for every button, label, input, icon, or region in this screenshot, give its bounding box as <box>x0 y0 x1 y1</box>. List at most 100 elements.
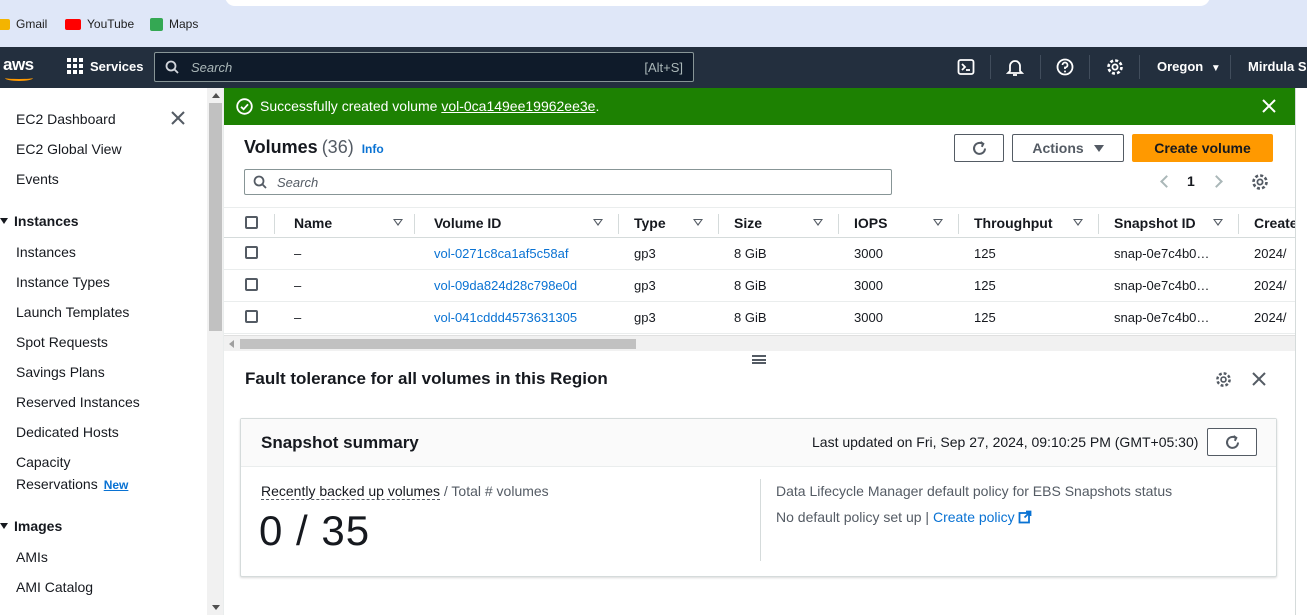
browser-address-bar[interactable] <box>225 0 1210 6</box>
split-panel-settings-gear-icon[interactable] <box>1215 371 1232 388</box>
sort-caret-icon[interactable] <box>693 219 703 226</box>
dlm-policy-status: No default policy set up | Create policy <box>776 509 1032 525</box>
table-preferences-gear-icon[interactable] <box>1251 173 1269 191</box>
sort-caret-icon[interactable] <box>593 219 603 226</box>
sidebar-item-ec2-dashboard[interactable]: EC2 Dashboard <box>16 111 116 127</box>
dismiss-flash-icon[interactable] <box>1261 98 1277 114</box>
next-page-icon[interactable] <box>1210 175 1223 188</box>
column-header-created[interactable]: Create <box>1254 215 1295 231</box>
volumes-search-input[interactable]: Search <box>244 169 892 195</box>
cell-iops: 3000 <box>854 310 883 325</box>
create-volume-button[interactable]: Create volume <box>1132 134 1273 162</box>
summary-refresh-button[interactable] <box>1207 428 1257 456</box>
close-sidebar-icon[interactable] <box>170 110 186 126</box>
sidebar-item-instance-types[interactable]: Instance Types <box>16 274 110 290</box>
sidebar-scrollbar[interactable] <box>207 88 223 615</box>
scroll-up-arrow-icon[interactable] <box>212 93 220 98</box>
row-checkbox[interactable] <box>245 310 258 323</box>
table-row[interactable]: – vol-041cddd4573631305 gp3 8 GiB 3000 1… <box>224 302 1295 334</box>
actions-button[interactable]: Actions <box>1012 134 1124 162</box>
cell-size: 8 GiB <box>734 246 767 261</box>
region-label: Oregon <box>1157 59 1204 74</box>
help-icon[interactable] <box>1056 58 1074 76</box>
sidebar-item-label: Reservations <box>16 476 98 492</box>
external-link-icon[interactable] <box>1018 510 1032 524</box>
column-header-iops[interactable]: IOPS <box>854 215 887 231</box>
search-shortcut: [Alt+S] <box>644 60 683 75</box>
cell-volume-id-link[interactable]: vol-09da824d28c798e0d <box>434 278 577 293</box>
split-panel-drag-handle-icon[interactable] <box>752 355 766 364</box>
create-policy-link[interactable]: Create policy <box>933 509 1015 525</box>
sidebar-item-savings-plans[interactable]: Savings Plans <box>16 364 105 380</box>
refresh-button[interactable] <box>954 134 1004 162</box>
cell-type: gp3 <box>634 278 656 293</box>
sidebar-item-events[interactable]: Events <box>16 171 59 187</box>
column-divider <box>718 214 719 234</box>
sidebar-item-dedicated-hosts[interactable]: Dedicated Hosts <box>16 424 119 440</box>
sort-caret-icon[interactable] <box>1213 219 1223 226</box>
services-menu-button[interactable]: Services <box>67 58 144 74</box>
scroll-down-arrow-icon[interactable] <box>212 605 220 610</box>
table-horizontal-scrollbar[interactable] <box>224 335 1295 351</box>
flash-volume-link[interactable]: vol-0ca149ee19962ee3e <box>441 98 595 114</box>
scroll-left-arrow-icon[interactable] <box>229 340 234 348</box>
sort-caret-icon[interactable] <box>933 219 943 226</box>
sidebar-section-instances[interactable]: Instances <box>0 213 79 229</box>
region-selector[interactable]: Oregon ▼ <box>1157 59 1221 74</box>
column-header-type[interactable]: Type <box>634 215 666 231</box>
sort-caret-icon[interactable] <box>813 219 823 226</box>
aws-logo[interactable]: aws <box>3 55 34 81</box>
column-divider <box>1238 214 1239 234</box>
table-row[interactable]: – vol-09da824d28c798e0d gp3 8 GiB 3000 1… <box>224 270 1295 302</box>
sidebar-section-images[interactable]: Images <box>0 518 62 534</box>
nav-divider <box>1139 55 1140 79</box>
settings-gear-icon[interactable] <box>1106 58 1124 76</box>
scrollbar-thumb[interactable] <box>240 339 636 349</box>
table-row[interactable]: – vol-0271c8ca1af5c58af gp3 8 GiB 3000 1… <box>224 238 1295 270</box>
metric-tooltip-link[interactable]: Recently backed up volumes <box>261 483 440 500</box>
success-check-icon <box>236 98 253 115</box>
column-header-name[interactable]: Name <box>294 215 332 231</box>
sidebar-item-capacity-reservations[interactable]: Capacity Reservations New <box>16 454 128 492</box>
cell-created: 2024/ <box>1254 246 1287 261</box>
select-all-checkbox[interactable] <box>245 216 258 229</box>
expand-caret-icon <box>0 218 8 224</box>
sidebar-item-ami-catalog[interactable]: AMI Catalog <box>16 579 93 595</box>
sort-caret-icon[interactable] <box>1073 219 1083 226</box>
bookmark-gmail[interactable]: Gmail <box>0 17 47 31</box>
sidebar-item-instances[interactable]: Instances <box>16 244 76 260</box>
card-header: Snapshot summary Last updated on Fri, Se… <box>241 419 1276 467</box>
cell-volume-id-link[interactable]: vol-0271c8ca1af5c58af <box>434 246 568 261</box>
aws-top-nav: aws Services Search [Alt+S] Oregon ▼ Mir… <box>0 47 1307 88</box>
scrollbar-thumb[interactable] <box>209 103 222 331</box>
column-header-size[interactable]: Size <box>734 215 762 231</box>
account-menu[interactable]: Mirdula Sre <box>1248 59 1307 74</box>
cell-volume-id-link[interactable]: vol-041cddd4573631305 <box>434 310 577 325</box>
sidebar-item-amis[interactable]: AMIs <box>16 549 48 565</box>
row-checkbox[interactable] <box>245 246 258 259</box>
section-label: Images <box>14 518 63 534</box>
sidebar-item-launch-templates[interactable]: Launch Templates <box>16 304 129 320</box>
info-link[interactable]: Info <box>362 142 384 156</box>
bookmark-youtube[interactable]: YouTube <box>65 17 134 31</box>
sidebar-item-spot-requests[interactable]: Spot Requests <box>16 334 108 350</box>
flash-text-end: . <box>595 98 600 114</box>
column-header-throughput[interactable]: Throughput <box>974 215 1053 231</box>
global-search-input[interactable]: Search [Alt+S] <box>154 52 694 82</box>
search-placeholder: Search <box>277 175 319 190</box>
column-header-snapshot-id[interactable]: Snapshot ID <box>1114 215 1196 231</box>
search-icon <box>165 60 179 74</box>
bookmark-maps[interactable]: Maps <box>150 17 198 31</box>
cloudshell-icon[interactable] <box>957 58 975 76</box>
metric-label: Recently backed up volumes / Total # vol… <box>261 483 549 500</box>
row-checkbox[interactable] <box>245 278 258 291</box>
close-split-panel-icon[interactable] <box>1251 371 1267 387</box>
current-page-number[interactable]: 1 <box>1187 173 1195 189</box>
sidebar-item-ec2-global-view[interactable]: EC2 Global View <box>16 141 122 157</box>
column-header-volume-id[interactable]: Volume ID <box>434 215 501 231</box>
sort-caret-icon[interactable] <box>393 219 403 226</box>
previous-page-icon[interactable] <box>1160 175 1173 188</box>
notifications-bell-icon[interactable] <box>1006 58 1024 76</box>
cell-type: gp3 <box>634 246 656 261</box>
sidebar-item-reserved-instances[interactable]: Reserved Instances <box>16 394 140 410</box>
